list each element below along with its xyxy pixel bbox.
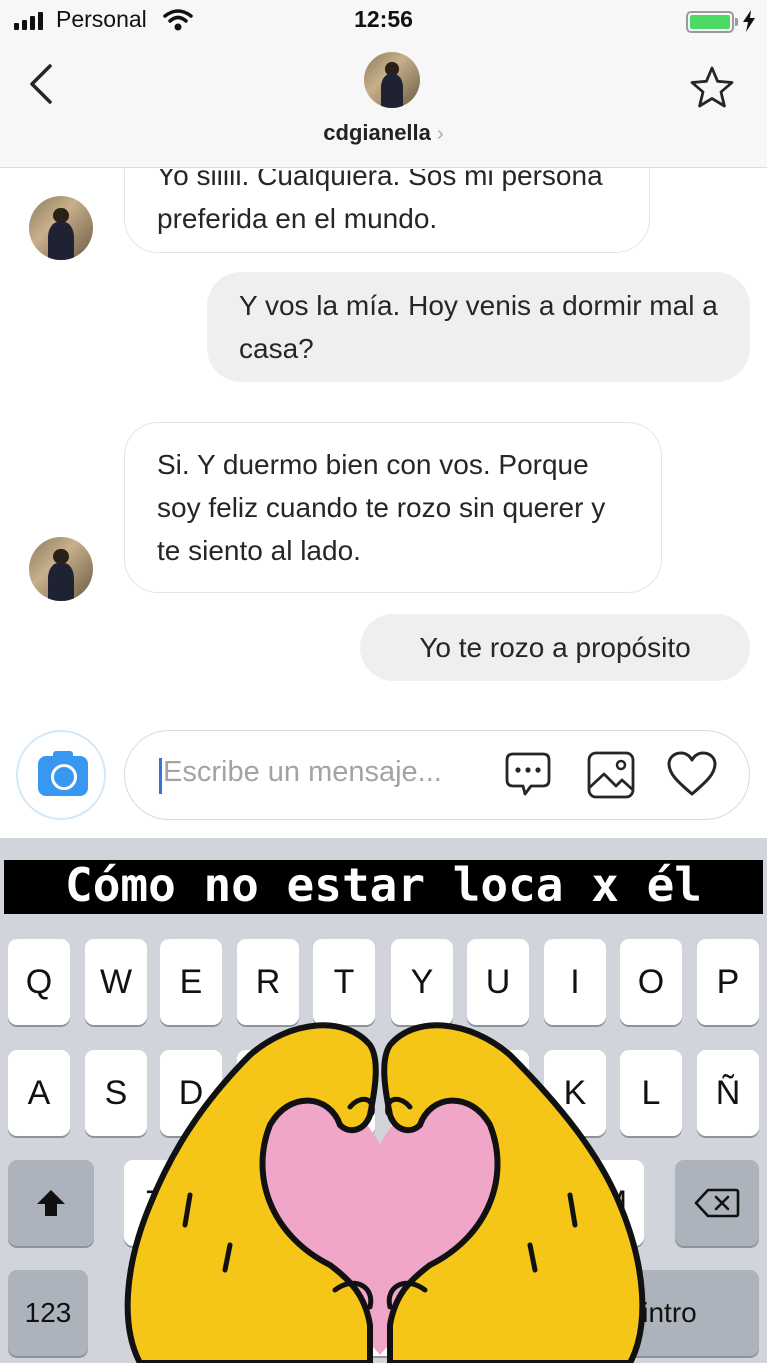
camera-icon (38, 751, 88, 796)
message-input-placeholder: Escribe un mensaje... (163, 756, 442, 788)
key[interactable]: P (697, 939, 759, 1025)
chevron-left-icon[interactable] (24, 62, 60, 106)
message-bubble-outgoing[interactable]: Y vos la mía. Hoy venis a dormir mal a c… (207, 272, 750, 382)
avatar[interactable] (364, 52, 420, 108)
numbers-key[interactable]: 123 (8, 1270, 88, 1356)
message-list[interactable]: Yo siiiii. Cualquiera. Sos mi persona pr… (0, 169, 767, 726)
camera-button[interactable] (16, 730, 106, 820)
text-caret (159, 758, 162, 794)
key[interactable]: Q (8, 939, 70, 1025)
chevron-right-icon: › (437, 123, 444, 145)
chat-header: cdgianella › (0, 42, 767, 168)
shift-key[interactable] (8, 1160, 94, 1246)
chat-bubble-icon[interactable] (503, 748, 553, 798)
image-icon[interactable] (586, 750, 636, 800)
clock: 12:56 (354, 6, 413, 32)
charging-icon (743, 10, 755, 32)
avatar[interactable] (29, 196, 93, 260)
shift-icon (37, 1190, 65, 1216)
username-link[interactable]: cdgianella › (0, 120, 767, 146)
message-bubble-outgoing[interactable]: Yo te rozo a propósito (360, 614, 750, 681)
heart-hands-sticker[interactable] (100, 995, 660, 1363)
star-icon[interactable] (688, 64, 736, 112)
story-caption[interactable]: Cómo no estar loca x él (0, 858, 767, 912)
message-bubble-incoming[interactable]: Yo siiiii. Cualquiera. Sos mi persona pr… (124, 169, 650, 253)
backspace-icon (694, 1188, 740, 1218)
battery-nub (735, 18, 738, 26)
status-bar: Personal 12:56 (0, 0, 767, 42)
username: cdgianella (323, 120, 431, 145)
key[interactable]: A (8, 1050, 70, 1136)
key[interactable]: Ñ (697, 1050, 759, 1136)
heart-icon[interactable] (666, 750, 718, 798)
battery-icon (686, 11, 734, 33)
message-bubble-incoming[interactable]: Si. Y duermo bien con vos. Porque soy fe… (124, 422, 662, 593)
delete-key[interactable] (675, 1160, 759, 1246)
avatar[interactable] (29, 537, 93, 601)
